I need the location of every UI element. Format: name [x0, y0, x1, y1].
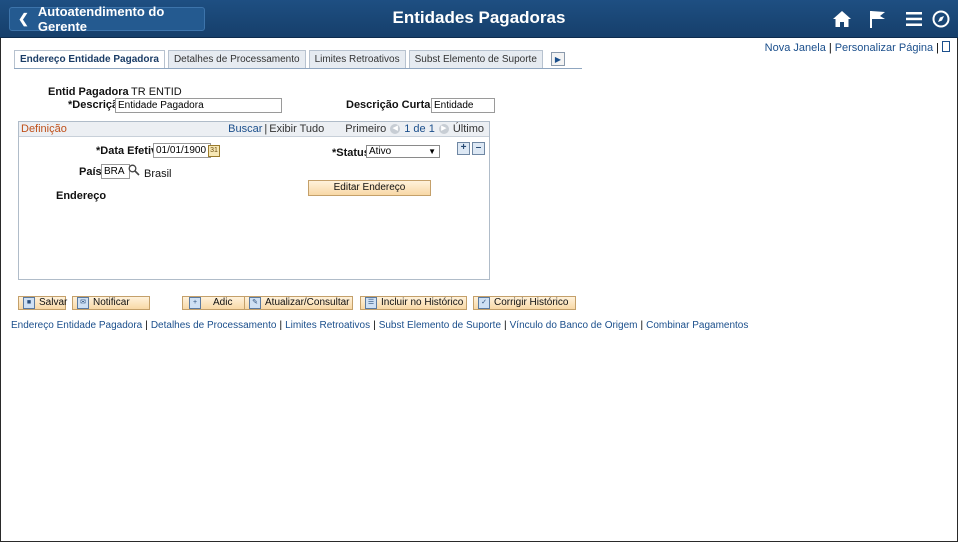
home-icon[interactable] — [824, 5, 860, 33]
search-icon[interactable] — [128, 164, 140, 176]
menu-icon[interactable] — [896, 5, 932, 33]
include-history-label: Incluir no Histórico — [381, 297, 464, 308]
add-button-label: Adic — [213, 297, 233, 308]
entity-label: Entid Pagadora — [48, 86, 129, 98]
link-separator: | — [145, 320, 148, 331]
back-button[interactable]: ❮ Autoatendimento do Gerente — [9, 4, 205, 34]
save-button[interactable]: ■ Salvar — [18, 296, 68, 310]
nav-separator: | — [264, 123, 268, 135]
bottom-link[interactable]: Combinar Pagamentos — [646, 320, 748, 331]
update-button-label: Atualizar/Consultar — [265, 297, 350, 308]
chevron-down-icon: ▼ — [428, 147, 436, 156]
page-info: 1 de 1 — [404, 123, 435, 135]
navbar-icon[interactable] — [932, 5, 958, 33]
link-separator: | — [279, 320, 283, 331]
header-bar: ❮ Autoatendimento do Gerente Entidades P… — [0, 0, 958, 38]
edit-address-button[interactable]: Editar Endereço — [308, 180, 431, 196]
grid-navigation: Buscar | Exibir Tudo Primeiro ◀ 1 de 1 ▶… — [228, 123, 484, 135]
save-button-label: Salvar — [39, 297, 68, 308]
status-select[interactable]: Ativo ▼ — [366, 145, 440, 158]
add-icon: + — [189, 297, 201, 309]
first-link[interactable]: Primeiro — [345, 123, 386, 135]
entity-value: TR ENTID — [131, 86, 182, 98]
flag-icon[interactable] — [860, 5, 896, 33]
personalize-page-link[interactable]: Personalizar Página — [835, 42, 933, 54]
tab-endereco[interactable]: Endereço Entidade Pagadora — [14, 50, 165, 68]
back-button-label: Autoatendimento do Gerente — [37, 4, 165, 34]
short-description-label: Descrição Curta — [346, 99, 431, 111]
bottom-link[interactable]: Vínculo do Banco de Origem — [510, 320, 638, 331]
link-separator: | — [373, 320, 376, 331]
status-select-value: Ativo — [369, 146, 392, 157]
bottom-link[interactable]: Detalhes de Processamento — [151, 320, 277, 331]
country-name: Brasil — [144, 168, 172, 180]
last-link[interactable]: Último — [453, 123, 484, 135]
link-separator: | — [504, 320, 507, 331]
include-history-icon: ☰ — [365, 297, 377, 309]
find-link[interactable]: Buscar — [228, 123, 262, 135]
chevron-left-icon: ❮ — [18, 11, 29, 26]
new-window-link[interactable]: Nova Janela — [765, 42, 826, 54]
page-tabs: Endereço Entidade Pagadora Detalhes de P… — [14, 50, 565, 68]
view-all-link[interactable]: Exibir Tudo — [269, 123, 324, 135]
country-input[interactable] — [101, 164, 130, 179]
more-tabs-icon[interactable]: ▶ — [550, 52, 565, 66]
link-separator: | — [936, 42, 939, 54]
delete-row-icon[interactable]: – — [472, 142, 485, 155]
status-label: *Status — [332, 147, 370, 159]
top-links: Nova Janela | Personalizar Página | — [765, 41, 950, 54]
country-label: País — [79, 166, 102, 178]
short-description-input[interactable] — [431, 98, 495, 113]
description-input[interactable] — [115, 98, 282, 113]
grid-header: Definição Buscar | Exibir Tudo Primeiro … — [19, 122, 489, 137]
address-label: Endereço — [56, 190, 107, 202]
link-separator: | — [828, 42, 832, 54]
correct-history-button[interactable]: ✓ Corrigir Histórico — [473, 296, 576, 310]
calendar-icon[interactable]: 31 — [208, 145, 220, 157]
notify-button[interactable]: ✉ Notificar — [72, 296, 150, 310]
effective-date-input[interactable] — [153, 143, 211, 158]
bottom-link[interactable]: Endereço Entidade Pagadora — [11, 320, 142, 331]
tab-divider — [14, 68, 582, 69]
correct-history-icon: ✓ — [478, 297, 490, 309]
notify-icon: ✉ — [77, 297, 89, 309]
notify-button-label: Notificar — [93, 297, 130, 308]
link-separator: | — [640, 320, 644, 331]
tab-subst[interactable]: Subst Elemento de Suporte — [408, 50, 543, 68]
include-history-button[interactable]: ☰ Incluir no Histórico — [360, 296, 467, 310]
next-arrow-icon[interactable]: ▶ — [438, 124, 449, 134]
bottom-page-links: Endereço Entidade Pagadora | Detalhes de P… — [11, 320, 748, 331]
header-actions — [824, 5, 958, 33]
correct-history-label: Corrigir Histórico — [494, 297, 569, 308]
prev-arrow-icon[interactable]: ◀ — [390, 124, 401, 134]
save-icon: ■ — [23, 297, 35, 309]
bottom-link[interactable]: Limites Retroativos — [285, 320, 370, 331]
update-display-button[interactable]: ✎ Atualizar/Consultar — [244, 296, 353, 310]
help-icon[interactable] — [942, 41, 950, 52]
tab-detalhes[interactable]: Detalhes de Processamento — [167, 50, 306, 68]
add-row-icon[interactable]: + — [457, 142, 470, 155]
tab-limites[interactable]: Limites Retroativos — [308, 50, 406, 68]
bottom-link[interactable]: Subst Elemento de Suporte — [379, 320, 501, 331]
grid-title: Definição — [21, 123, 67, 135]
update-icon: ✎ — [249, 297, 261, 309]
